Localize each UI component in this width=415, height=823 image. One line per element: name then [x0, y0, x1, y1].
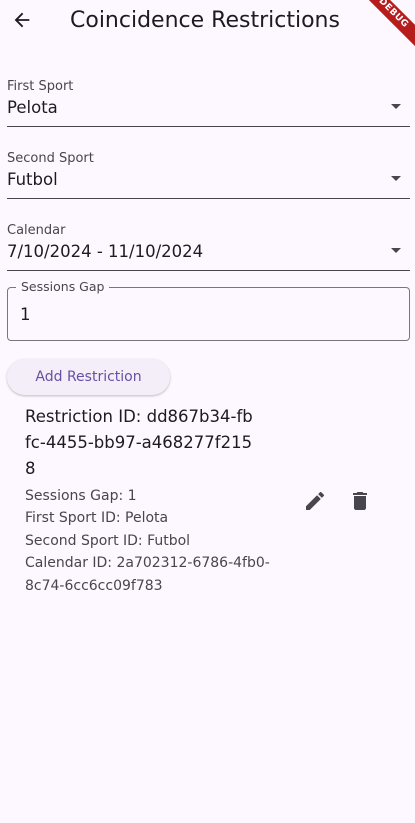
calendar-value: 7/10/2024 - 11/10/2024 [7, 242, 204, 261]
field-underline [7, 270, 410, 271]
sessions-gap-field: Sessions Gap [7, 279, 410, 341]
app-bar: Coincidence Restrictions [0, 0, 415, 44]
first-sport-value: Pelota [7, 98, 58, 117]
edit-icon [306, 491, 325, 510]
field-underline [7, 198, 410, 199]
first-sport-label: First Sport [7, 79, 74, 94]
edit-button[interactable] [300, 486, 330, 516]
back-button[interactable] [8, 6, 36, 34]
second-sport-value: Futbol [7, 170, 58, 189]
dropdown-arrow-icon [391, 176, 401, 181]
restriction-first-sport: First Sport ID: Pelota [25, 510, 169, 526]
restriction-list-item: Restriction ID: dd867b34-fbfc-4455-bb97-… [25, 404, 405, 604]
restriction-second-sport: Second Sport ID: Futbol [25, 533, 191, 549]
delete-button[interactable] [345, 486, 375, 516]
dropdown-arrow-icon [391, 248, 401, 253]
calendar-dropdown[interactable]: Calendar 7/10/2024 - 11/10/2024 [7, 223, 410, 271]
restriction-id: Restriction ID: dd867b34-fbfc-4455-bb97-… [25, 407, 253, 478]
delete-icon [353, 492, 367, 510]
sessions-gap-input[interactable] [20, 302, 390, 326]
arrow-back-icon [14, 12, 30, 28]
second-sport-dropdown[interactable]: Second Sport Futbol [7, 151, 410, 199]
sessions-gap-label: Sessions Gap [16, 279, 110, 295]
field-underline [7, 126, 410, 127]
first-sport-dropdown[interactable]: First Sport Pelota [7, 79, 410, 127]
restriction-calendar: Calendar ID: 2a702312-6786-4fb0-8c74-6cc… [25, 555, 270, 594]
calendar-label: Calendar [7, 223, 66, 238]
page-title: Coincidence Restrictions [70, 8, 340, 33]
second-sport-label: Second Sport [7, 151, 94, 166]
add-restriction-button[interactable]: Add Restriction [7, 359, 170, 395]
restriction-sessions-gap: Sessions Gap: 1 [25, 488, 137, 504]
dropdown-arrow-icon [391, 104, 401, 109]
